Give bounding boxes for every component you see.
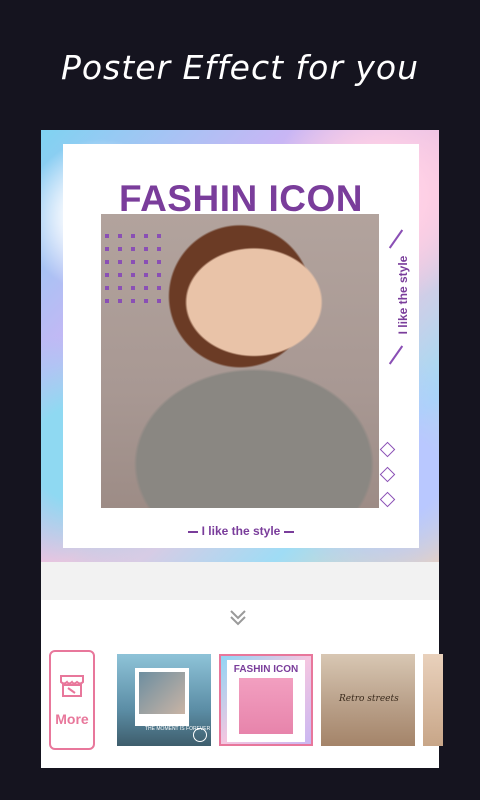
template-title: FASHIN ICON: [233, 664, 299, 675]
template-thumb-polaroid[interactable]: THE MOMENT IS FOREVER: [117, 654, 211, 746]
template-thumb-fashion[interactable]: FASHIN ICON: [219, 654, 313, 746]
vertical-tagline: I like the style: [388, 229, 410, 365]
separator-band: [41, 562, 439, 600]
chevron-double-down-icon[interactable]: [226, 606, 250, 630]
poster: FASHIN ICON I like the style I like the …: [63, 144, 419, 548]
store-icon: [59, 674, 85, 703]
template-panel: More THE MOMENT IS FOREVER FASHIN ICON R…: [41, 600, 443, 768]
bottom-tagline: I like the style: [63, 524, 419, 538]
more-button[interactable]: More: [49, 650, 95, 750]
template-caption: Retro streets: [339, 694, 399, 704]
download-icon[interactable]: [193, 728, 207, 742]
poster-canvas: FASHIN ICON I like the style I like the …: [41, 130, 439, 562]
more-label: More: [55, 710, 89, 727]
headline: Poster Effect for you: [60, 48, 420, 87]
dot-pattern: [105, 234, 161, 303]
bottom-tagline-text: I like the style: [201, 524, 281, 538]
vertical-tagline-text: I like the style: [396, 255, 410, 335]
template-thumb-retro[interactable]: Retro streets: [321, 654, 415, 746]
template-list: THE MOMENT IS FOREVER FASHIN ICON Retro …: [117, 654, 443, 746]
template-thumb-partial[interactable]: [423, 654, 443, 746]
diamond-decorations: [379, 441, 396, 519]
